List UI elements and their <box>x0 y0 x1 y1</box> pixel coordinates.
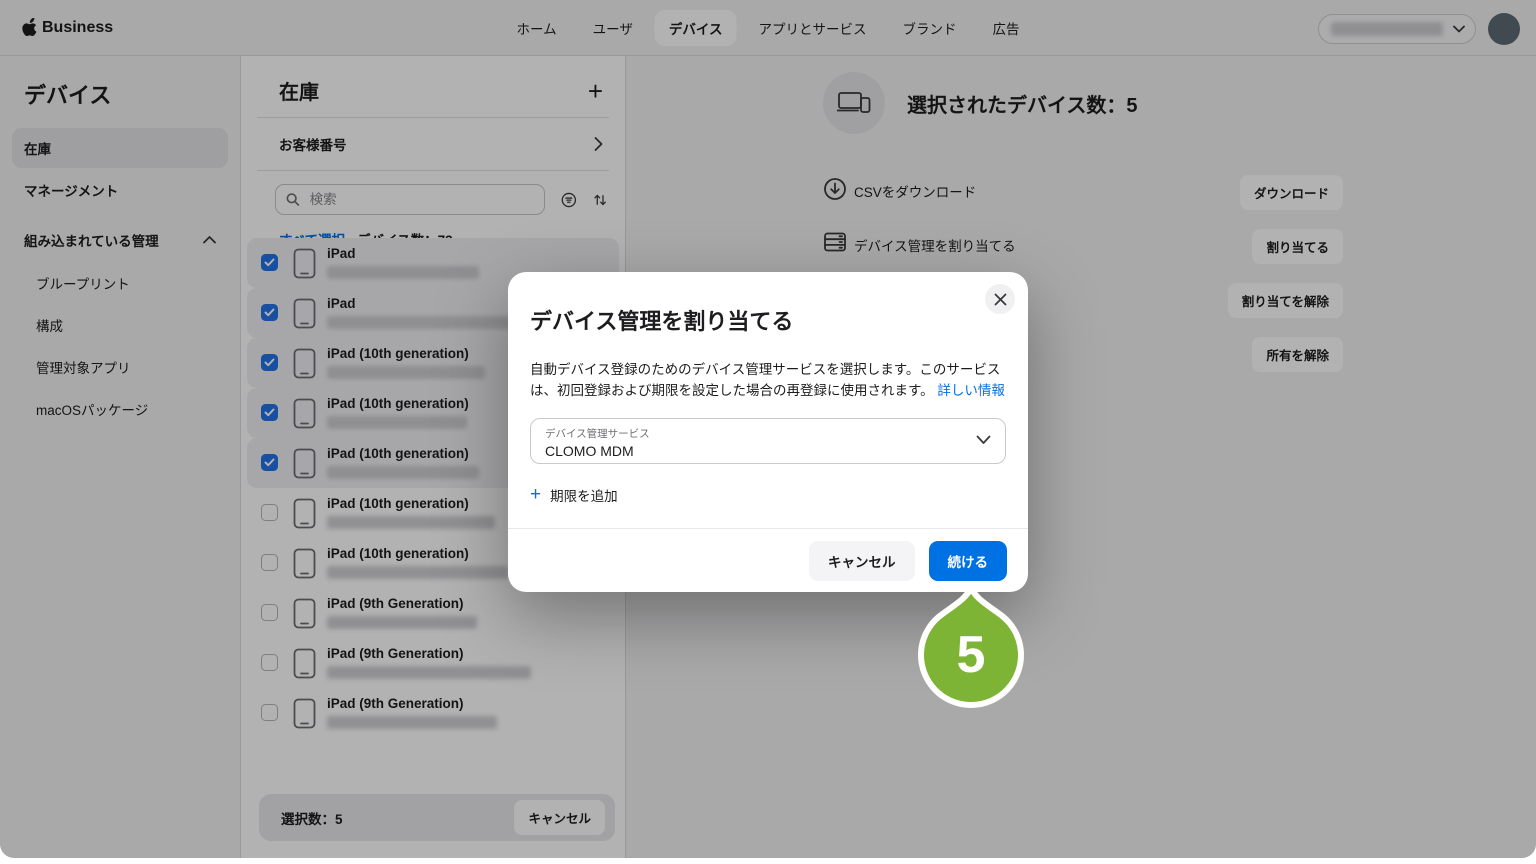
step-number: 5 <box>909 609 1033 701</box>
add-deadline-link[interactable]: + 期限を追加 <box>530 485 1006 505</box>
screen: Business ホームユーザデバイスアプリとサービスブランド広告 デバイス 在… <box>0 0 1536 864</box>
assign-mdm-modal: デバイス管理を割り当てる 自動デバイス登録のためのデバイス管理サービスを選択しま… <box>508 272 1028 592</box>
step-annotation-badge: 5 <box>909 583 1033 715</box>
modal-continue-button[interactable]: 続ける <box>929 541 1008 581</box>
mdm-service-select[interactable]: デバイス管理サービス CLOMO MDM <box>530 418 1006 464</box>
modal-description: 自動デバイス登録のためのデバイス管理サービスを選択します。このサービスは、初回登… <box>530 360 1006 402</box>
mdm-service-select-label: デバイス管理サービス <box>545 426 965 441</box>
chevron-down-icon <box>976 435 991 445</box>
mdm-service-select-value: CLOMO MDM <box>545 443 965 459</box>
add-deadline-label: 期限を追加 <box>550 485 618 505</box>
close-button[interactable] <box>985 284 1015 314</box>
modal-title: デバイス管理を割り当てる <box>530 298 1006 336</box>
modal-cancel-button[interactable]: キャンセル <box>809 541 915 581</box>
close-icon <box>994 293 1007 306</box>
learn-more-link[interactable]: 詳しい情報 <box>937 383 1005 398</box>
modal-description-text: 自動デバイス登録のためのデバイス管理サービスを選択します。このサービスは、初回登… <box>530 362 1000 398</box>
plus-icon: + <box>530 488 541 502</box>
app-window: Business ホームユーザデバイスアプリとサービスブランド広告 デバイス 在… <box>0 0 1536 858</box>
